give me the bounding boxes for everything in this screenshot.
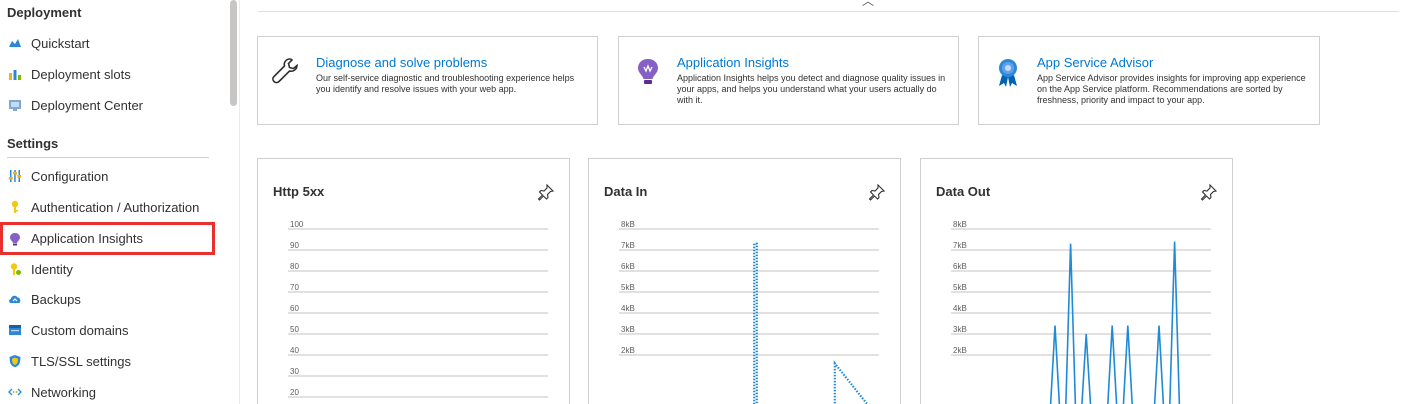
series-line	[1049, 241, 1181, 404]
sidebar-item-authentication[interactable]: Authentication / Authorization	[0, 193, 215, 221]
card-description: App Service Advisor provides insights fo…	[1037, 73, 1306, 105]
y-tick-label: 7kB	[621, 241, 635, 250]
sidebar-item-label: Quickstart	[31, 35, 90, 51]
main-content: ︿ Diagnose and solve problems Our self-s…	[240, 0, 1409, 404]
sidebar-item-identity[interactable]: Identity	[0, 255, 215, 283]
quickstart-icon	[8, 36, 22, 50]
y-tick-label: 80	[290, 262, 299, 271]
domain-icon	[8, 323, 22, 337]
chart-title: Http 5xx	[273, 184, 325, 199]
y-tick-label: 4kB	[953, 304, 967, 313]
y-tick-label: 100	[290, 220, 304, 229]
sidebar-item-label: Application Insights	[31, 231, 144, 246]
cloud-backup-icon	[8, 292, 22, 306]
y-tick-label: 6kB	[621, 262, 635, 271]
sidebar-item-backups[interactable]: Backups	[0, 285, 215, 313]
y-tick-label: 3kB	[621, 325, 635, 334]
sidebar-item-configuration[interactable]: Configuration	[0, 162, 215, 190]
sidebar-item-label: Custom domains	[31, 322, 129, 338]
sidebar-item-deployment-center[interactable]: Deployment Center	[0, 91, 215, 119]
sidebar-item-quickstart[interactable]: Quickstart	[0, 29, 215, 57]
wrench-icon	[270, 55, 304, 89]
y-tick-label: 20	[290, 388, 299, 397]
card-description: Application Insights helps you detect an…	[677, 73, 946, 105]
shield-icon	[8, 354, 22, 368]
key-icon	[8, 200, 22, 214]
chart-tile-data-out[interactable]: 8kB 7kB 6kB 5kB 4kB 3kB 2kB Data Out	[920, 158, 1233, 404]
y-tick-label: 5kB	[953, 283, 967, 292]
y-tick-label: 30	[290, 367, 299, 376]
chart-tile-http5xx[interactable]: 100 90 80 70 60 50 40 30 20 Http 5xx	[257, 158, 570, 404]
networking-icon	[8, 385, 22, 399]
y-tick-label: 7kB	[953, 241, 967, 250]
y-tick-label: 90	[290, 241, 299, 250]
sidebar-item-tls-ssl[interactable]: TLS/SSL settings	[0, 347, 215, 375]
y-tick-label: 70	[290, 283, 299, 292]
sidebar-item-label: Authentication / Authorization	[31, 199, 200, 215]
card-title[interactable]: Application Insights	[677, 55, 789, 70]
y-tick-label: 60	[290, 304, 299, 313]
sidebar-item-label: Deployment slots	[31, 66, 131, 82]
deployment-slots-icon	[8, 67, 22, 81]
sidebar-item-label: Identity	[31, 261, 73, 277]
sidebar-item-label: Deployment Center	[31, 97, 143, 113]
sidebar-item-label: Backups	[31, 291, 81, 307]
sidebar-item-networking[interactable]: Networking	[0, 378, 215, 404]
sidebar: Deployment Quickstart Deployment slots D…	[0, 0, 240, 404]
y-tick-label: 2kB	[953, 346, 967, 355]
card-description: Our self-service diagnostic and troubles…	[316, 73, 575, 94]
collapse-chevron-icon[interactable]: ︿	[862, 0, 874, 9]
lightbulb-icon	[631, 55, 665, 89]
sidebar-item-application-insights[interactable]: Application Insights	[0, 222, 215, 255]
y-tick-label: 8kB	[953, 220, 967, 229]
y-tick-label: 8kB	[621, 220, 635, 229]
chart-title: Data Out	[936, 184, 991, 199]
card-title[interactable]: Diagnose and solve problems	[316, 55, 487, 70]
y-tick-label: 3kB	[953, 325, 967, 334]
chart-title: Data In	[604, 184, 648, 199]
chart-tile-data-in[interactable]: 8kB 7kB 6kB 5kB 4kB 3kB 2kB Data In	[588, 158, 901, 404]
section-divider	[7, 157, 209, 158]
card-diagnose[interactable]: Diagnose and solve problems Our self-ser…	[257, 36, 598, 125]
card-app-service-advisor[interactable]: App Service Advisor App Service Advisor …	[978, 36, 1320, 125]
sidebar-item-deployment-slots[interactable]: Deployment slots	[0, 60, 215, 88]
sidebar-item-label: Configuration	[31, 168, 109, 184]
y-tick-label: 6kB	[953, 262, 967, 271]
y-tick-label: 50	[290, 325, 299, 334]
sidebar-item-label: Networking	[31, 384, 97, 400]
sidebar-item-label: TLS/SSL settings	[31, 353, 131, 369]
y-tick-label: 5kB	[621, 283, 635, 292]
y-tick-label: 2kB	[621, 346, 635, 355]
y-tick-label: 40	[290, 346, 299, 355]
header-divider	[258, 11, 1399, 12]
series-line	[753, 242, 869, 404]
card-application-insights[interactable]: Application Insights Application Insight…	[618, 36, 959, 125]
section-title-deployment: Deployment	[7, 5, 82, 20]
y-tick-label: 4kB	[621, 304, 635, 313]
pin-icon[interactable]	[1200, 183, 1218, 201]
deployment-center-icon	[8, 98, 22, 112]
pin-icon[interactable]	[537, 183, 555, 201]
identity-key-icon	[8, 262, 22, 276]
configuration-icon	[8, 169, 22, 183]
sidebar-item-custom-domains[interactable]: Custom domains	[0, 316, 215, 344]
lightbulb-icon	[8, 232, 22, 246]
card-title[interactable]: App Service Advisor	[1037, 55, 1153, 70]
section-title-settings: Settings	[7, 136, 59, 151]
sidebar-scrollbar-thumb[interactable]	[230, 0, 237, 106]
pin-icon[interactable]	[868, 183, 886, 201]
advisor-badge-icon	[991, 55, 1025, 89]
